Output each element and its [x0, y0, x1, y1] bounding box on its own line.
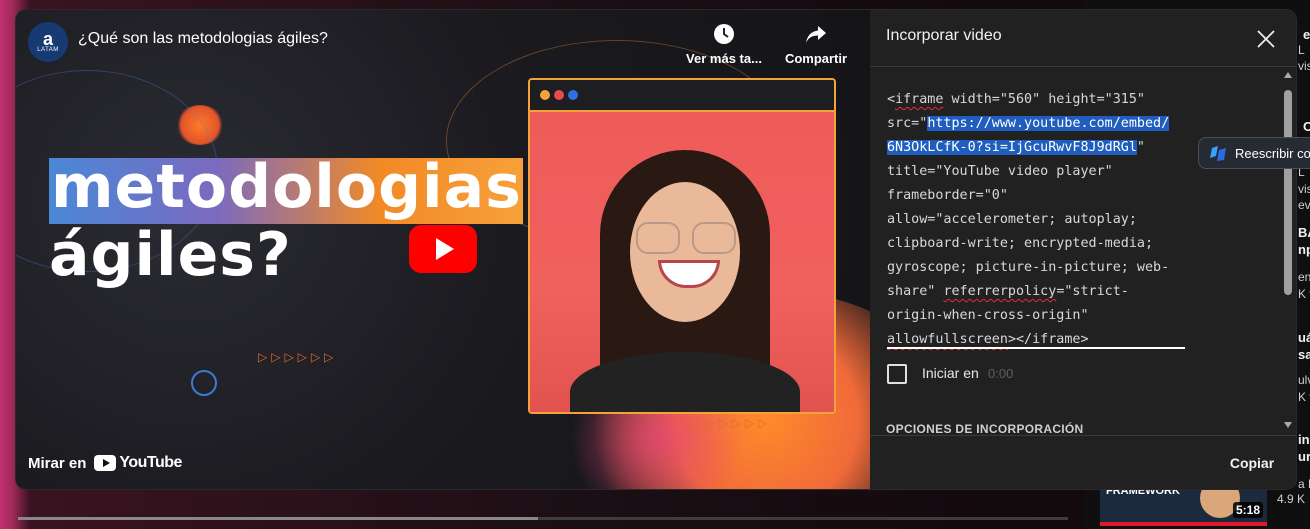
- embed-code-line: title="YouTube video player": [887, 160, 1187, 184]
- embed-code-line: gyroscope; picture-in-picture; web-: [887, 256, 1187, 280]
- code-text-flagged: referrerpolicy: [943, 284, 1057, 299]
- decorative-arrows-icon: ▷▷▷▷▷▷: [692, 416, 772, 430]
- textarea-underline: [887, 347, 1185, 349]
- video-preview[interactable]: a LATAM ¿Qué son las metodologias ágiles…: [16, 10, 870, 489]
- play-button[interactable]: [409, 225, 477, 273]
- embed-code-line: allow="accelerometer; autoplay;: [887, 208, 1187, 232]
- video-title[interactable]: ¿Qué son las metodologias ágiles?: [78, 30, 328, 48]
- embed-code-textarea[interactable]: <iframe width="560" height="315" src="htt…: [887, 88, 1187, 347]
- code-text: <: [887, 92, 896, 107]
- embed-options-header: OPCIONES DE INCORPORACIÓN: [886, 422, 1084, 436]
- copy-button[interactable]: Copiar: [1220, 450, 1284, 476]
- embed-code-line: 6N3OkLCfK-0?si=IjGcuRwvF8J9dRGl": [887, 136, 1187, 160]
- youtube-play-icon: [94, 455, 117, 471]
- embed-code-line: origin-when-cross-origin": [887, 304, 1187, 328]
- code-text: ": [1136, 140, 1145, 155]
- thumbnail-headline-line2: ágiles?: [49, 220, 292, 290]
- divider: [870, 435, 1296, 436]
- copilot-icon: [1210, 146, 1226, 161]
- share-arrow-icon: [806, 26, 826, 43]
- rewrite-label: Reescribir co: [1235, 145, 1310, 161]
- code-text-flagged: iframe: [895, 92, 944, 107]
- decorative-arrows-icon: ▷▷▷▷▷▷: [258, 350, 338, 364]
- start-at-label: Iniciar en: [922, 365, 979, 381]
- video-duration: 5:18: [1232, 502, 1263, 518]
- code-text-flagged: allowfullscreen: [887, 332, 1008, 347]
- code-text: frameborder="0": [887, 188, 1008, 203]
- divider: [870, 66, 1296, 67]
- play-icon: [436, 238, 454, 260]
- code-text: ="strict-: [1056, 284, 1129, 299]
- code-text: width="560" height="315": [943, 92, 1145, 107]
- code-text: ></iframe>: [1007, 332, 1089, 347]
- embed-code-line: src="https://www.youtube.com/embed/: [887, 112, 1187, 136]
- video-views: 4.9 K: [1277, 492, 1306, 506]
- code-text: gyroscope; picture-in-picture; web-: [887, 260, 1170, 275]
- code-text-selected: 6N3OkLCfK-0?si=IjGcuRwvF8J9dRGl: [887, 140, 1137, 155]
- presenter-photo: [530, 112, 834, 412]
- start-at-time-input[interactable]: 0:00: [988, 366, 1013, 381]
- background-progress-bar: [18, 517, 1068, 520]
- scroll-down-arrow-icon[interactable]: [1284, 422, 1292, 428]
- rewrite-popup-button[interactable]: Reescribir co: [1198, 137, 1310, 169]
- scroll-thumb[interactable]: [1284, 90, 1292, 295]
- clock-icon: [714, 24, 734, 44]
- code-text: share": [887, 284, 944, 299]
- watch-on-youtube[interactable]: Mirar en YouTube: [28, 454, 182, 472]
- start-at-checkbox[interactable]: [887, 364, 907, 384]
- presenter-window: [528, 78, 836, 414]
- embed-code-line: clipboard-write; encrypted-media;: [887, 232, 1187, 256]
- code-text: clipboard-write; encrypted-media;: [887, 236, 1154, 251]
- youtube-logo: YouTube: [94, 454, 182, 472]
- code-text-selected: https://www.youtube.com/embed/: [927, 116, 1170, 131]
- close-icon[interactable]: [1254, 27, 1278, 51]
- embed-code-line: <iframe width="560" height="315": [887, 88, 1187, 112]
- embed-panel-title: Incorporar video: [886, 27, 1002, 44]
- embed-code-line: share" referrerpolicy="strict-: [887, 280, 1187, 304]
- code-text: origin-when-cross-origin": [887, 308, 1089, 323]
- scrollbar[interactable]: [1282, 72, 1294, 434]
- share-button[interactable]: Compartir: [771, 23, 861, 66]
- embed-code-line: frameborder="0": [887, 184, 1187, 208]
- thumbnail-headline-line1: metodologias: [49, 152, 523, 224]
- embed-panel: Incorporar video <iframe width="560" hei…: [870, 10, 1296, 489]
- code-text: allow="accelerometer; autoplay;: [887, 212, 1137, 227]
- code-text: src=": [887, 116, 928, 131]
- scroll-up-arrow-icon[interactable]: [1284, 72, 1292, 78]
- watch-later-button[interactable]: Ver más ta...: [679, 23, 769, 66]
- code-text: title="YouTube video player": [887, 164, 1113, 179]
- channel-avatar[interactable]: a LATAM: [28, 22, 68, 62]
- embed-dialog: a LATAM ¿Qué son las metodologias ágiles…: [16, 10, 1296, 489]
